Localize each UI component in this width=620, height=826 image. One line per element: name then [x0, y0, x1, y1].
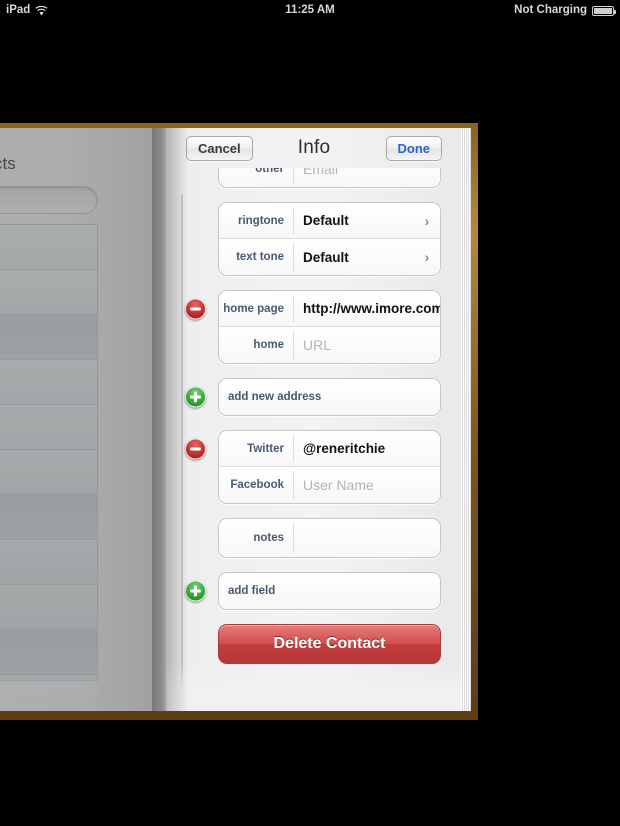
page-stack-edge [461, 128, 471, 711]
row-divider [293, 295, 294, 322]
info-scroll-view[interactable]: other Email ringtone Default › text tone… [167, 168, 461, 711]
home-url-label: home [253, 339, 284, 351]
list-item[interactable] [0, 225, 97, 270]
email-group: other Email [218, 168, 441, 188]
list-item[interactable] [0, 495, 97, 540]
contacts-list[interactable]: er nton-Smith ll [0, 224, 98, 711]
add-plus-icon[interactable] [185, 386, 206, 408]
delete-contact-button[interactable]: Delete Contact [218, 624, 441, 664]
list-item[interactable] [0, 450, 97, 495]
contact-info-page: Cancel Info Done other Email ringtone De… [167, 128, 461, 711]
book-pages: Contacts er nton-Smith ll Cancel [0, 128, 471, 711]
text-tone-value[interactable]: Default [293, 250, 414, 265]
chevron-right-icon: › [424, 212, 430, 229]
status-bar: iPad 11:25 AM Not Charging [0, 0, 620, 20]
url-group: home page http://www.imore.com home URL [185, 290, 441, 364]
contacts-page-title: Contacts [0, 154, 16, 173]
row-divider [293, 168, 294, 183]
info-form: other Email ringtone Default › text tone… [167, 168, 461, 664]
row-divider [293, 435, 294, 462]
notes-group: notes [218, 518, 441, 558]
status-bar-right: Not Charging [514, 4, 616, 16]
list-item[interactable]: ll [0, 675, 97, 711]
search-input[interactable] [0, 186, 98, 214]
facebook-label: Facebook [230, 479, 284, 491]
chevron-right-icon: › [424, 249, 430, 265]
battery-status-label: Not Charging [514, 4, 587, 16]
battery-icon [592, 6, 616, 16]
row-divider [293, 523, 294, 553]
home-page-field[interactable]: http://www.imore.com [293, 301, 440, 316]
row-divider [293, 471, 294, 499]
email-label: other [255, 168, 284, 175]
add-new-address-button[interactable]: add new address [185, 379, 440, 415]
add-new-address-label: add new address [228, 391, 322, 403]
contacts-list-page: Contacts er nton-Smith ll [0, 128, 166, 711]
list-item[interactable]: nton-Smith [0, 585, 97, 630]
email-row[interactable]: other Email [219, 168, 440, 187]
list-item[interactable] [0, 270, 97, 315]
add-field-group: add field [185, 572, 441, 610]
list-item[interactable] [0, 630, 97, 675]
home-url-row[interactable]: home URL [219, 327, 440, 363]
delete-minus-icon[interactable] [185, 438, 206, 459]
home-url-field[interactable]: URL [293, 337, 440, 353]
add-plus-icon[interactable] [185, 580, 206, 602]
notes-row[interactable]: notes [219, 519, 440, 557]
delete-minus-icon[interactable] [185, 298, 206, 319]
list-item[interactable] [0, 405, 97, 450]
list-item[interactable] [0, 540, 97, 585]
twitter-row[interactable]: Twitter @reneritchie [185, 431, 440, 467]
facebook-row[interactable]: Facebook User Name [219, 467, 440, 503]
add-field-button[interactable]: add field [185, 573, 440, 609]
facebook-field[interactable]: User Name [293, 477, 440, 493]
row-divider [293, 207, 294, 234]
add-address-group: add new address [185, 378, 441, 416]
row-divider [293, 331, 294, 359]
email-field[interactable]: Email [293, 168, 440, 177]
contacts-book: Contacts er nton-Smith ll Cancel [0, 123, 478, 720]
add-field-label: add field [228, 585, 276, 597]
info-navbar: Cancel Info Done [167, 128, 461, 168]
tones-group: ringtone Default › text tone Default › [218, 202, 441, 276]
list-item[interactable] [0, 360, 97, 405]
social-group: Twitter @reneritchie Facebook User Name [185, 430, 441, 504]
scroll-fade [167, 663, 461, 711]
text-tone-row[interactable]: text tone Default › [219, 239, 440, 275]
home-page-label: home page [223, 302, 284, 315]
twitter-field[interactable]: @reneritchie [293, 441, 440, 456]
ringtone-value[interactable]: Default [293, 213, 414, 228]
twitter-label: Twitter [247, 442, 284, 455]
home-page-row[interactable]: home page http://www.imore.com [185, 291, 440, 327]
ringtone-row[interactable]: ringtone Default › [219, 203, 440, 239]
text-tone-label: text tone [236, 251, 284, 263]
row-divider [293, 243, 294, 271]
notes-label: notes [253, 532, 284, 544]
list-item[interactable]: er [0, 315, 97, 360]
done-button[interactable]: Done [385, 135, 442, 161]
ringtone-label: ringtone [238, 214, 284, 227]
